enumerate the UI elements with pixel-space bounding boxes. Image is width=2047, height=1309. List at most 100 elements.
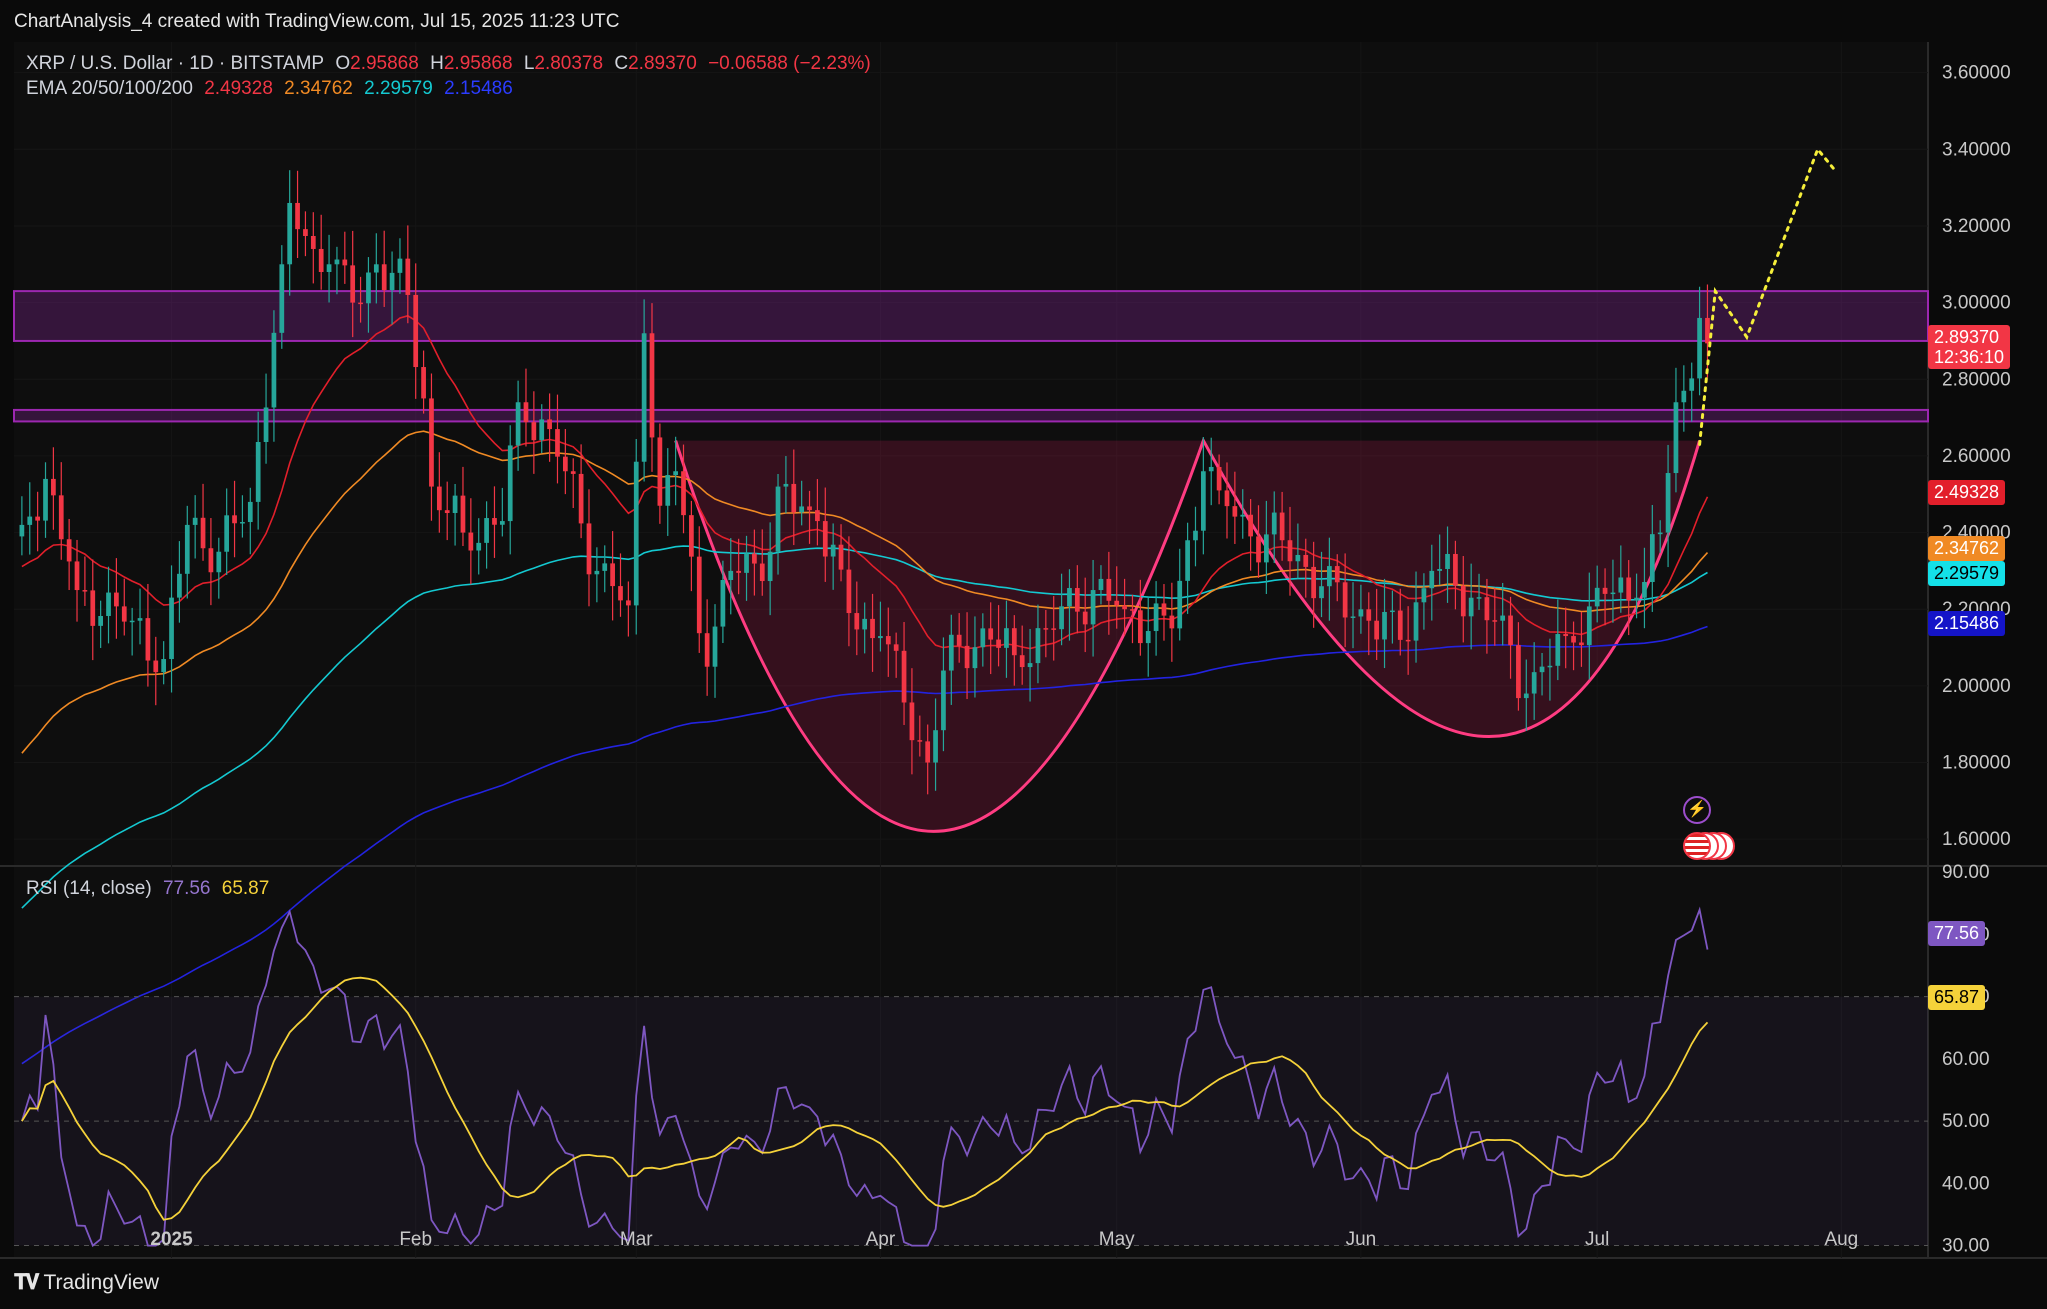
resistance-zone xyxy=(13,290,1929,342)
candle-body xyxy=(1208,466,1214,472)
candle-body xyxy=(1303,554,1309,567)
candle-body xyxy=(468,532,474,551)
candle-body xyxy=(917,740,923,742)
candle-body xyxy=(350,265,356,303)
candle-body xyxy=(216,551,222,573)
candle-body xyxy=(1011,628,1017,656)
price-tick-label: 2.80000 xyxy=(1942,369,2011,390)
candle-body xyxy=(1224,490,1230,507)
candle-body xyxy=(1390,610,1395,613)
symbol-label[interactable]: XRP / U.S. Dollar · 1D · BITSTAMP xyxy=(26,53,324,74)
time-tick-label: 2025 xyxy=(150,1229,193,1250)
candle-body xyxy=(1413,602,1419,641)
candle-body xyxy=(830,544,836,557)
candle-body xyxy=(1366,609,1372,621)
candle-body xyxy=(854,613,860,630)
candle-body xyxy=(405,258,411,295)
candle-body xyxy=(255,442,261,502)
candle-body xyxy=(948,634,954,671)
candle-body xyxy=(1531,672,1537,694)
candle-body xyxy=(444,510,450,514)
candle-body xyxy=(1185,540,1190,581)
resistance-zone xyxy=(13,408,1929,423)
candle-body xyxy=(1248,514,1253,537)
candle-body xyxy=(208,548,214,573)
candle-body xyxy=(224,515,230,552)
time-tick-label: Jul xyxy=(1585,1229,1609,1250)
ema20-price-label: 2.49328 xyxy=(1928,480,2006,505)
candle-body xyxy=(1500,615,1506,621)
price-tick-label: 3.40000 xyxy=(1942,139,2011,160)
candle-body xyxy=(547,419,552,430)
candle-body xyxy=(200,517,206,549)
rsi-ma-value: 65.87 xyxy=(221,878,270,899)
candle-body xyxy=(1287,540,1293,562)
candle-body xyxy=(51,478,56,496)
candle-body xyxy=(728,570,734,580)
candle-body xyxy=(82,590,88,592)
candle-body xyxy=(334,259,340,265)
candle-body xyxy=(460,495,466,533)
candle-body xyxy=(1468,597,1474,617)
candle-body xyxy=(27,516,33,525)
chart-canvas[interactable]: 3.60000 3.40000 3.20000 3.00000 2.80000 2.600… xyxy=(0,0,2047,1309)
candle-body xyxy=(941,670,946,731)
candle-body xyxy=(1106,578,1112,601)
high-label: H xyxy=(430,53,444,74)
candle-body xyxy=(358,302,363,305)
candle-body xyxy=(192,517,198,525)
candle-body xyxy=(1059,606,1064,630)
candle-body xyxy=(1429,570,1435,589)
candle-body xyxy=(555,429,560,457)
ema100-price-label: 2.29579 xyxy=(1928,561,2006,586)
candle-body xyxy=(318,248,324,273)
candle-body xyxy=(421,367,426,399)
candle-body xyxy=(184,524,190,574)
candle-body xyxy=(1642,582,1647,598)
candle-body xyxy=(1090,590,1096,625)
candle-body xyxy=(815,510,820,522)
candle-body xyxy=(933,730,938,763)
candle-body xyxy=(1626,577,1632,601)
candle-body xyxy=(1067,588,1072,607)
ema-label[interactable]: EMA 20/50/100/200 xyxy=(26,78,193,99)
candle-body xyxy=(263,407,269,443)
candle-body xyxy=(1523,693,1529,699)
candle-body xyxy=(807,506,812,511)
ema50-price-label: 2.34762 xyxy=(1928,536,2006,561)
candle-body xyxy=(1193,530,1198,541)
candle-body xyxy=(1082,611,1088,625)
rsi-value: 77.56 xyxy=(162,878,211,899)
legend-ema: EMA 20/50/100/200 2.49328 2.34762 2.2957… xyxy=(26,78,519,100)
ema100-value: 2.29579 xyxy=(364,78,433,99)
price-tick-label: 3.00000 xyxy=(1942,293,2011,314)
rsi-price-label: 77.56 xyxy=(1928,921,1986,946)
candle-body xyxy=(106,592,111,616)
candle-body xyxy=(303,229,308,236)
candle-body xyxy=(925,741,931,763)
last-price-label: 2.89370 12:36:10 xyxy=(1928,325,2011,369)
price-tick-label: 3.20000 xyxy=(1942,216,2011,237)
open-label: O xyxy=(335,53,351,74)
flash-event-icon[interactable]: ⚡ xyxy=(1683,796,1711,824)
candle-body xyxy=(43,478,48,521)
rsi-tick-label: 90.00 xyxy=(1942,862,1990,883)
candle-body xyxy=(649,333,655,438)
candle-body xyxy=(1492,620,1498,622)
rsi-ma-price-label: 65.87 xyxy=(1928,985,1986,1010)
candle-body xyxy=(594,570,600,575)
tradingview-brand: TradingView xyxy=(43,1271,160,1294)
candle-body xyxy=(1586,606,1592,646)
ema20-value: 2.49328 xyxy=(204,78,273,99)
candle-body xyxy=(901,650,907,703)
candle-body xyxy=(476,542,482,551)
us-economic-events-icon[interactable] xyxy=(1683,832,1735,860)
candle-body xyxy=(1319,586,1324,599)
candle-body xyxy=(1453,553,1458,586)
candle-body xyxy=(389,272,395,291)
candle-body xyxy=(578,473,584,524)
rsi-label[interactable]: RSI (14, close) xyxy=(26,878,152,899)
candle-body xyxy=(996,639,1001,648)
time-tick-label: Feb xyxy=(399,1229,432,1250)
tradingview-logo[interactable]: 𝐓𝐕 TradingView xyxy=(14,1271,159,1295)
